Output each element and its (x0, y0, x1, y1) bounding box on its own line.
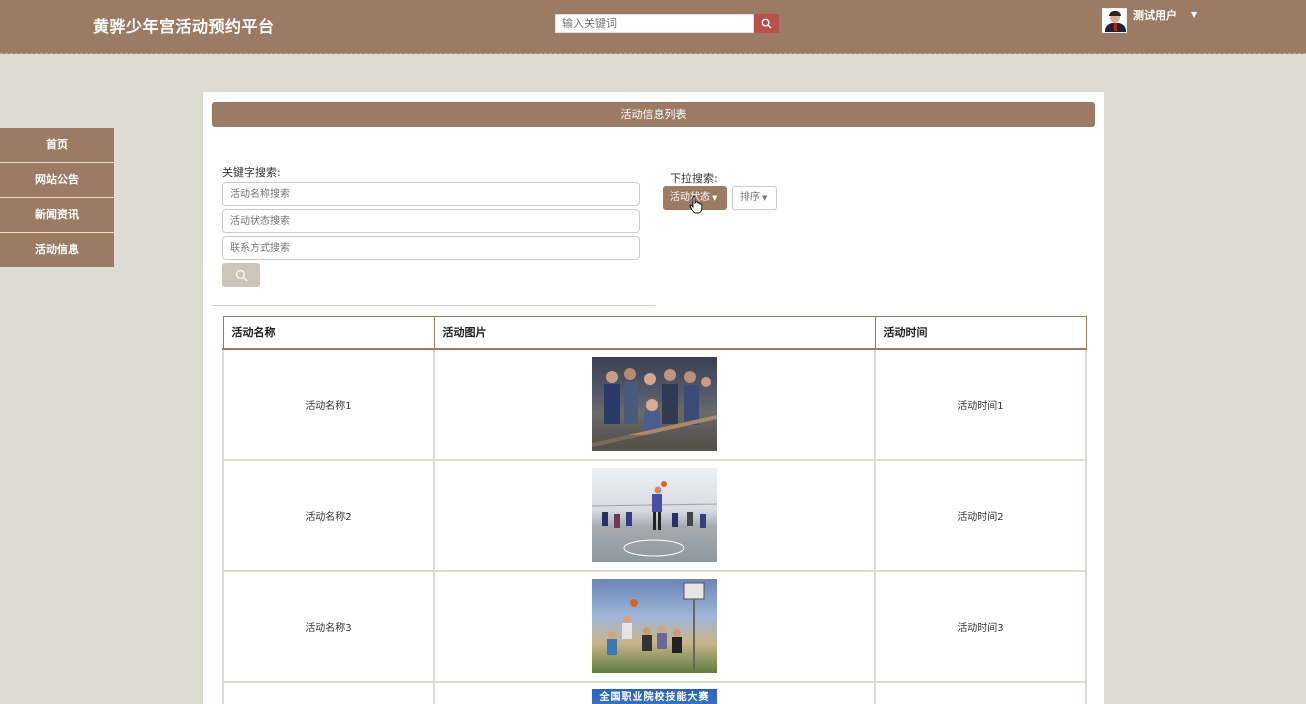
sidebar-item-home[interactable]: 首页 (0, 128, 114, 163)
activity-image[interactable]: 全国职业院校技能大赛 (592, 688, 717, 704)
hand-cursor-icon (689, 196, 703, 214)
column-header-name: 活动名称 (222, 316, 435, 350)
user-menu[interactable]: 测试用户 ▼ (1102, 8, 1197, 33)
divider (212, 305, 655, 306)
activity-name-cell: 活动名称1 (222, 347, 435, 461)
activity-image-cell (433, 569, 876, 683)
table-header-row: 活动名称 活动图片 活动时间 (222, 316, 1087, 350)
activity-image-text: 全国职业院校技能大赛 (599, 691, 710, 703)
activity-image-cell (433, 458, 876, 572)
activity-name-search-input[interactable] (222, 182, 640, 206)
header-search-input[interactable] (555, 14, 754, 33)
caret-down-icon: ▼ (712, 194, 718, 202)
sort-dropdown[interactable]: 排序 ▼ (732, 186, 777, 210)
activity-table: 活动名称 活动图片 活动时间 活动名称1 活动时间1 活动名称2 活动时间2 活… (222, 316, 1087, 704)
column-header-time: 活动时间 (874, 316, 1087, 350)
table-row[interactable]: 全国职业院校技能大赛 (222, 680, 1087, 704)
search-icon (235, 269, 247, 281)
activity-image[interactable] (592, 579, 717, 673)
activity-name-cell (222, 680, 435, 704)
activity-name-cell: 活动名称3 (222, 569, 435, 683)
sidebar-item-news[interactable]: 新闻资讯 (0, 198, 114, 233)
sidebar-nav: 首页 网站公告 新闻资讯 活动信息 (0, 128, 114, 268)
activity-status-search-input[interactable] (222, 209, 640, 233)
sort-dropdown-label: 排序 (740, 192, 760, 203)
keyword-search-button[interactable] (222, 263, 260, 287)
page-title: 活动信息列表 (212, 102, 1095, 127)
table-row[interactable]: 活动名称2 活动时间2 (222, 458, 1087, 572)
header-search-button[interactable] (754, 14, 779, 33)
avatar[interactable] (1102, 8, 1127, 33)
username[interactable]: 测试用户 (1133, 7, 1177, 23)
column-header-image: 活动图片 (433, 316, 876, 350)
keyword-search-label: 关键字搜索: (222, 166, 281, 179)
table-row[interactable]: 活动名称3 活动时间3 (222, 569, 1087, 683)
activity-image[interactable] (592, 468, 717, 562)
header-search (555, 14, 779, 33)
sidebar-item-announcements[interactable]: 网站公告 (0, 163, 114, 198)
site-title[interactable]: 黄骅少年宫活动预约平台 (93, 13, 275, 37)
activity-image-cell (433, 347, 876, 461)
activity-time-cell: 活动时间1 (874, 347, 1087, 461)
activity-time-cell: 活动时间2 (874, 458, 1087, 572)
activity-time-cell: 活动时间3 (874, 569, 1087, 683)
main-panel: 活动信息列表 关键字搜索: 下拉搜索: 活动状态▼ 排序▼ 活动名称 活动图片 … (203, 92, 1104, 704)
dropdown-search-label: 下拉搜索: (670, 172, 718, 185)
contact-search-input[interactable] (222, 236, 640, 260)
top-header: 黄骅少年宫活动预约平台 测试用户 ▼ (0, 0, 1306, 54)
sidebar-item-activities[interactable]: 活动信息 (0, 233, 114, 268)
caret-down-icon[interactable]: ▼ (1191, 10, 1197, 19)
activity-image-cell: 全国职业院校技能大赛 (433, 680, 876, 704)
activity-image[interactable] (592, 357, 717, 451)
caret-down-icon: ▼ (762, 194, 768, 202)
search-icon (761, 18, 772, 29)
activity-time-cell (874, 680, 1087, 704)
activity-name-cell: 活动名称2 (222, 458, 435, 572)
table-row[interactable]: 活动名称1 活动时间1 (222, 347, 1087, 461)
